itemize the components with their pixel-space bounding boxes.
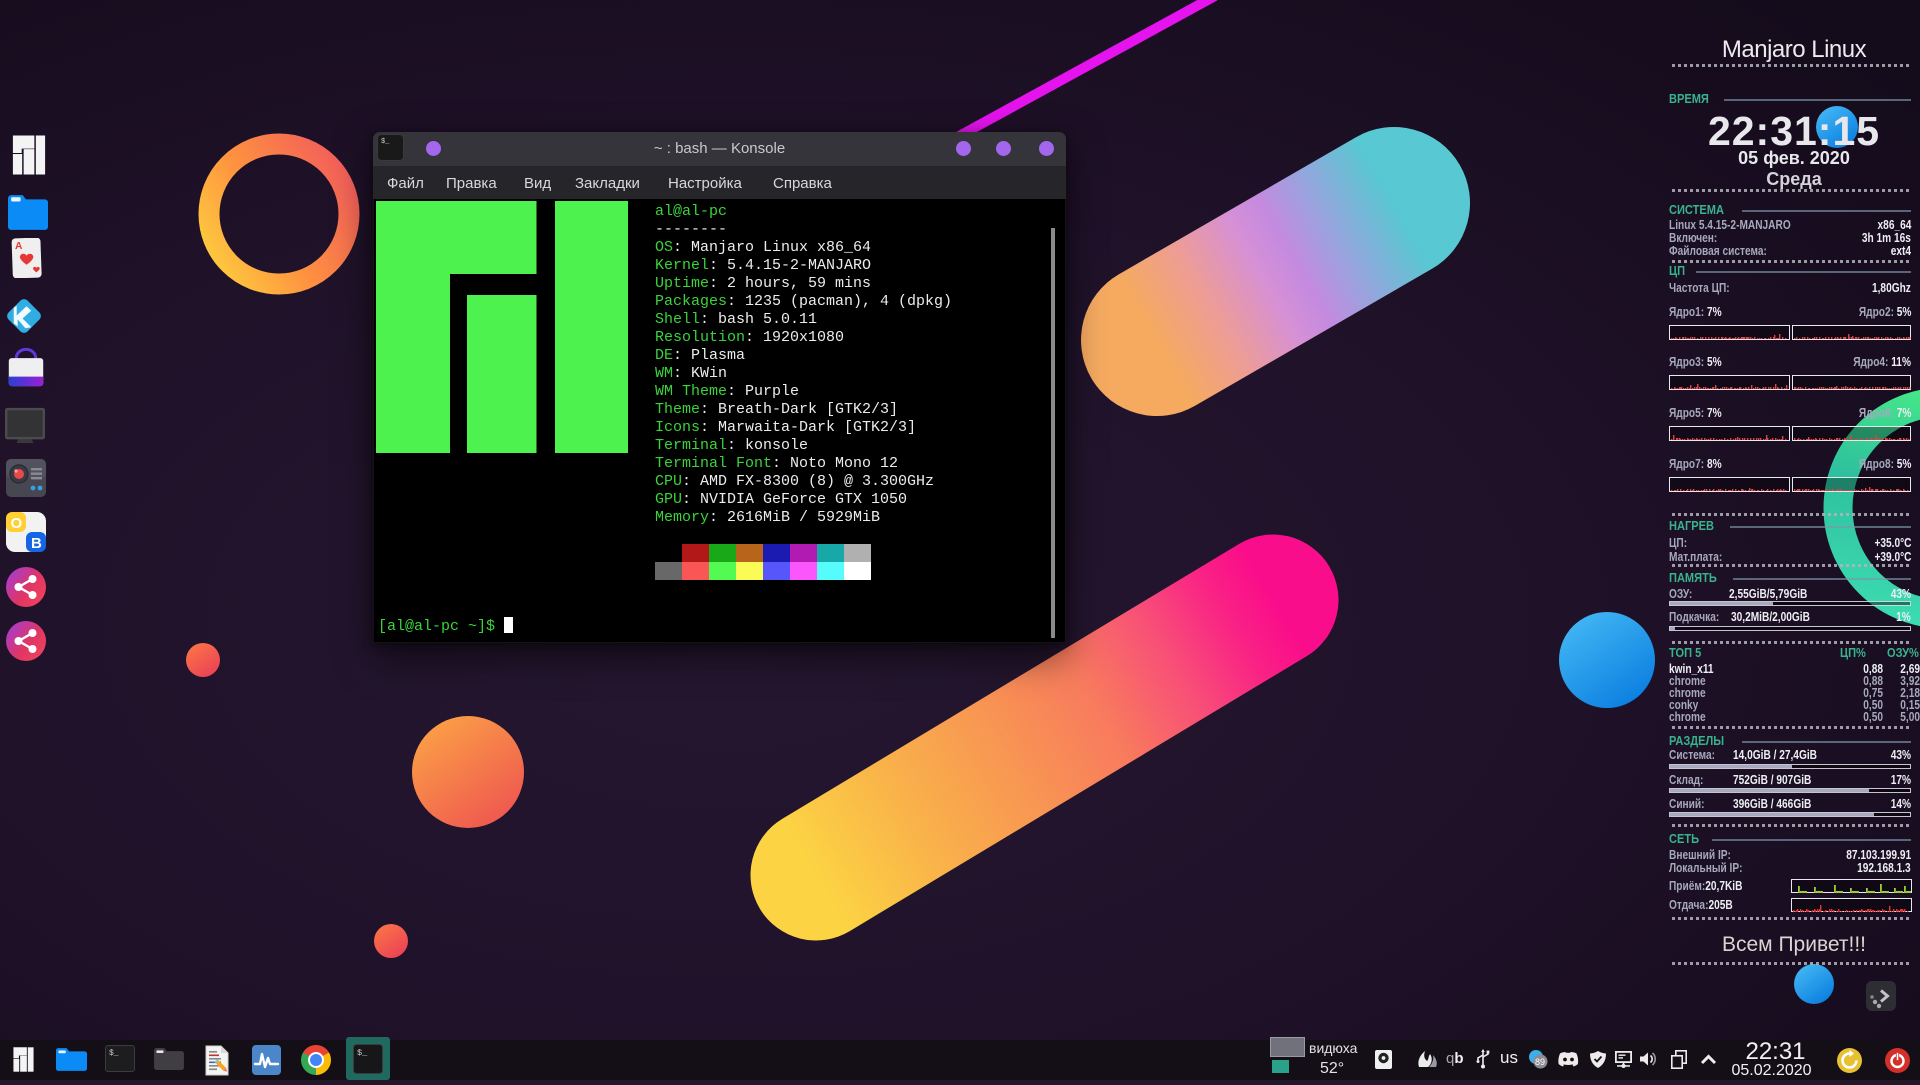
svg-text:89: 89 xyxy=(1535,1057,1545,1067)
svg-text:O: O xyxy=(11,515,23,532)
svg-text:A: A xyxy=(15,241,23,252)
svg-text:B: B xyxy=(31,535,42,552)
svg-text:$_: $_ xyxy=(357,1048,368,1058)
svg-text:$_: $_ xyxy=(109,1049,119,1058)
svg-text:$_: $_ xyxy=(381,138,390,146)
